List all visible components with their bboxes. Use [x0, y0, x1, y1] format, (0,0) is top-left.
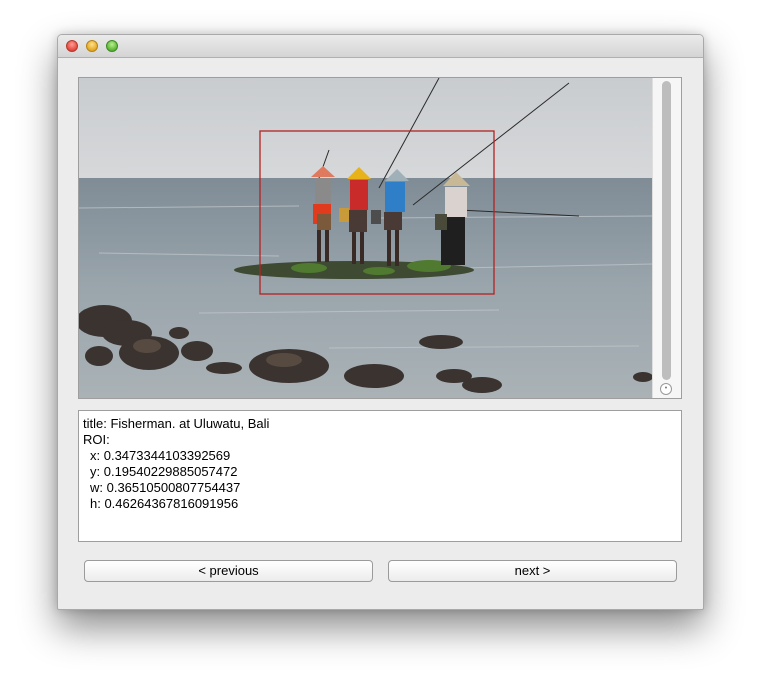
roi-w-line: w: 0.36510500807754437 — [90, 480, 241, 495]
roi-h-line: h: 0.46264367816091956 — [90, 496, 239, 511]
zoom-window-button[interactable] — [106, 40, 118, 52]
title-line: title: Fisherman. at Uluwatu, Bali — [83, 416, 270, 431]
info-text-area[interactable]: title: Fisherman. at Uluwatu, Bali ROI: … — [78, 410, 682, 542]
image-viewer: • — [78, 77, 682, 399]
roi-x-line: x: 0.3473344103392569 — [90, 448, 231, 463]
fishermen-photo — [79, 78, 653, 398]
next-button[interactable]: next > — [388, 560, 677, 582]
vertical-scrollbar[interactable]: • — [652, 78, 681, 398]
minimize-window-button[interactable] — [86, 40, 98, 52]
roi-label: ROI: — [83, 432, 110, 447]
app-window: • title: Fisherman. at Uluwatu, Bali ROI… — [57, 34, 704, 610]
scrollbar-thumb[interactable] — [662, 81, 671, 380]
close-window-button[interactable] — [66, 40, 78, 52]
previous-button[interactable]: < previous — [84, 560, 373, 582]
scroll-corner-icon[interactable]: • — [660, 383, 672, 395]
title-bar — [58, 35, 703, 58]
roi-y-line: y: 0.19540229885057472 — [90, 464, 238, 479]
